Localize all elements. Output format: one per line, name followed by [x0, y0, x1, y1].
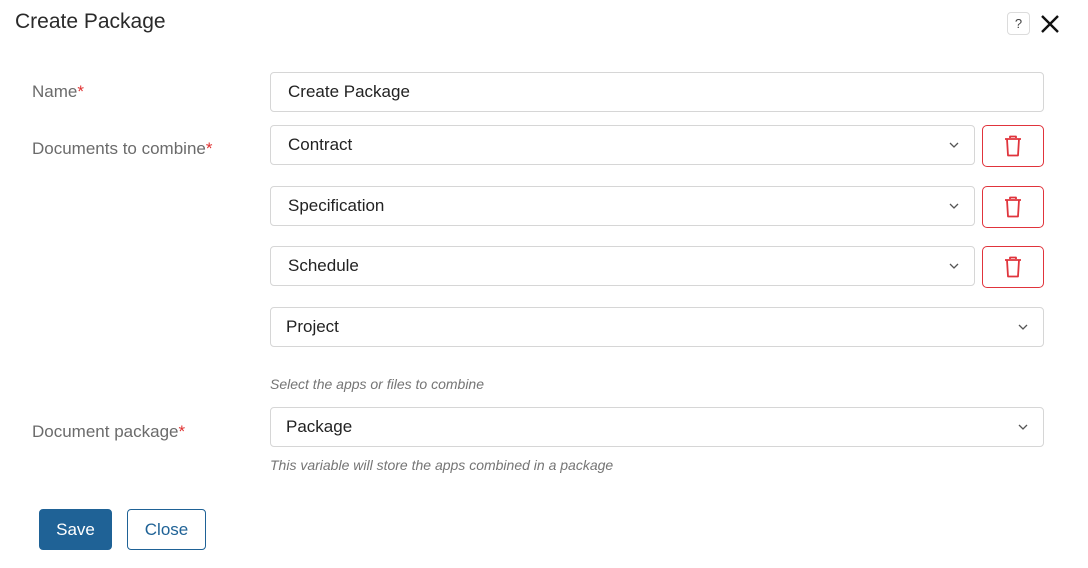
document-select-value: Specification — [288, 196, 385, 215]
close-button[interactable]: Close — [127, 509, 206, 550]
dialog-title: Create Package — [15, 10, 166, 33]
required-mark: * — [77, 82, 84, 101]
help-button[interactable]: ? — [1007, 12, 1030, 35]
required-mark: * — [178, 422, 186, 441]
trash-icon — [1005, 256, 1021, 278]
remove-document-button[interactable] — [982, 186, 1044, 228]
document-select-schedule[interactable]: Schedule — [270, 246, 975, 286]
document-select-value: Schedule — [288, 256, 359, 275]
document-package-value: Package — [286, 417, 353, 436]
chevron-down-icon — [1018, 424, 1028, 430]
document-select-specification[interactable]: Specification — [270, 186, 975, 226]
chevron-down-icon — [1018, 324, 1028, 330]
close-dialog-button[interactable] — [1038, 12, 1062, 36]
name-label: Name* — [32, 82, 84, 101]
remove-document-button[interactable] — [982, 125, 1044, 167]
document-package-label: Document package* — [32, 422, 186, 441]
trash-icon — [1005, 135, 1021, 157]
document-select-value: Contract — [288, 135, 353, 154]
document-select-project[interactable]: Project — [270, 307, 1044, 347]
documents-hint: Select the apps or files to combine — [270, 376, 485, 392]
remove-document-button[interactable] — [982, 246, 1044, 288]
trash-icon — [1005, 196, 1021, 218]
name-input[interactable]: Create Package — [270, 72, 1044, 112]
close-x-icon — [1041, 15, 1059, 33]
name-value: Create Package — [288, 82, 410, 101]
document-package-select[interactable]: Package — [270, 407, 1044, 447]
documents-label: Documents to combine* — [32, 139, 213, 158]
document-select-value: Project — [286, 317, 339, 336]
document-select-contract[interactable]: Contract — [270, 125, 975, 165]
required-mark: * — [205, 139, 213, 158]
chevron-down-icon — [949, 142, 959, 148]
question-icon: ? — [1014, 16, 1023, 31]
save-button[interactable]: Save — [39, 509, 112, 550]
document-package-hint: This variable will store the apps combin… — [270, 457, 614, 473]
chevron-down-icon — [949, 263, 959, 269]
chevron-down-icon — [949, 203, 959, 209]
